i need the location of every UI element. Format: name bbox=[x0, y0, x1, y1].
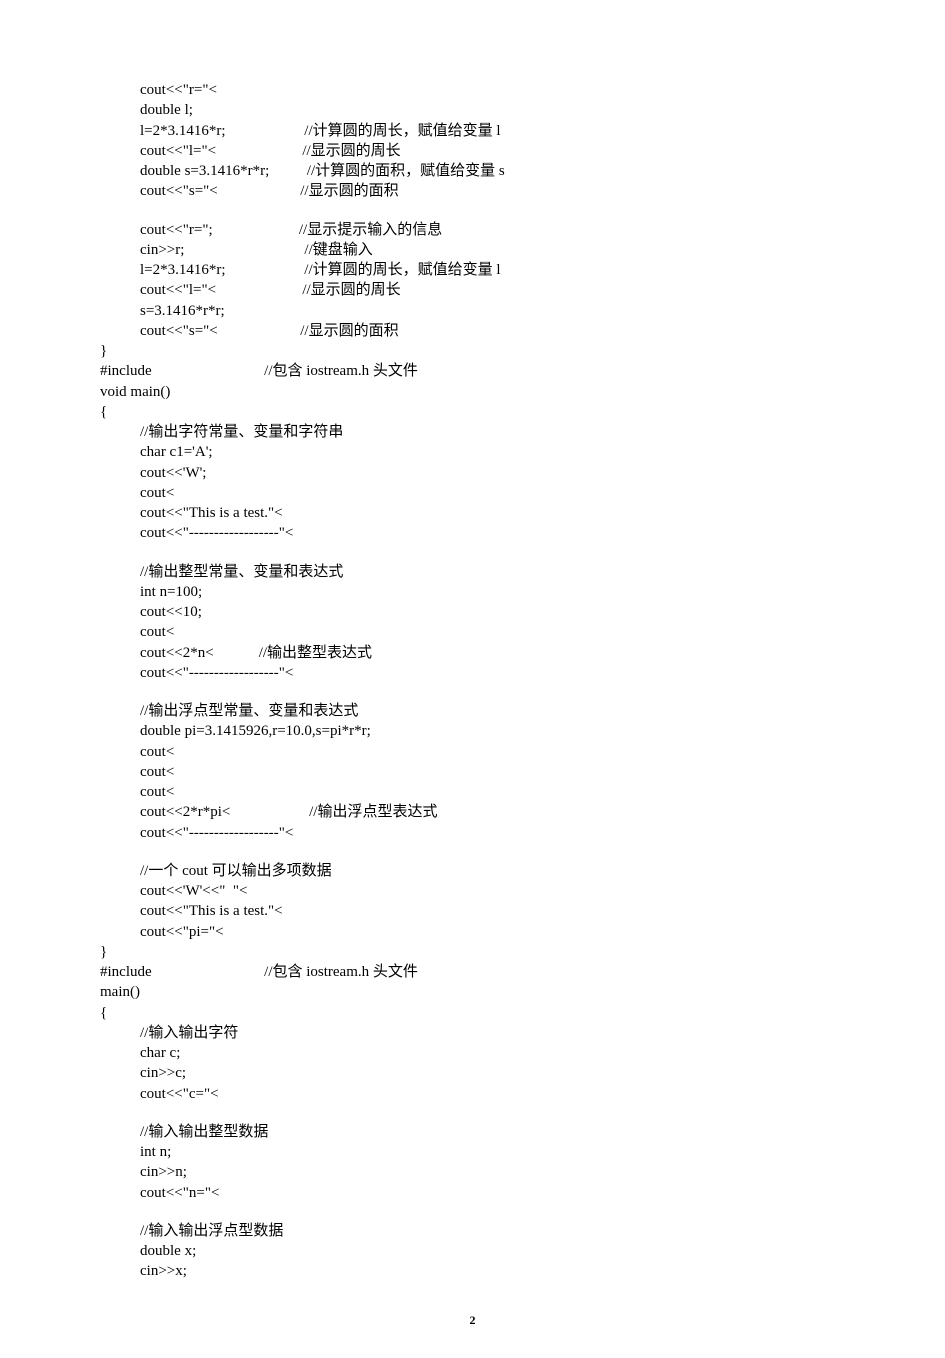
page-number: 2 bbox=[100, 1312, 845, 1328]
code-line: cout<<"pi="< bbox=[100, 922, 845, 942]
code-line: //输出整型常量、变量和表达式 bbox=[100, 562, 845, 582]
code-line: cout<<"s="< //显示圆的面积 bbox=[100, 321, 845, 341]
code-line: s=3.1416*r*r; bbox=[100, 301, 845, 321]
code-line: //输入输出字符 bbox=[100, 1023, 845, 1043]
code-line: //输入输出浮点型数据 bbox=[100, 1221, 845, 1241]
code-line: double l; bbox=[100, 100, 845, 120]
code-line: cin>>r; //键盘输入 bbox=[100, 240, 845, 260]
code-line: int n; bbox=[100, 1142, 845, 1162]
code-line: void main() bbox=[100, 382, 845, 402]
code-line: } bbox=[100, 341, 845, 361]
code-line: cin>>c; bbox=[100, 1063, 845, 1083]
code-line: cout<<"n="< bbox=[100, 1183, 845, 1203]
code-line: cout< bbox=[100, 762, 845, 782]
code-line: cout< bbox=[100, 782, 845, 802]
code-line: cout<<"------------------"< bbox=[100, 663, 845, 683]
document-page: cout<<"r="<double l;l=2*3.1416*r; //计算圆的… bbox=[0, 0, 945, 1358]
code-line: cout<<"This is a test."< bbox=[100, 503, 845, 523]
code-line: //一个 cout 可以输出多项数据 bbox=[100, 861, 845, 881]
code-line: cout<<"c="< bbox=[100, 1084, 845, 1104]
code-line: cout<<'W'<<" "< bbox=[100, 881, 845, 901]
code-line: cout<<"l="< //显示圆的周长 bbox=[100, 280, 845, 300]
code-line: cout<<"------------------"< bbox=[100, 823, 845, 843]
code-line: l=2*3.1416*r; //计算圆的周长，赋值给变量 l bbox=[100, 260, 845, 280]
code-line bbox=[100, 843, 845, 861]
code-line: #include //包含 iostream.h 头文件 bbox=[100, 361, 845, 381]
code-line bbox=[100, 1104, 845, 1122]
code-line: cout<<"s="< //显示圆的面积 bbox=[100, 181, 845, 201]
code-line: { bbox=[100, 402, 845, 422]
code-line: main() bbox=[100, 982, 845, 1002]
code-line: cin>>n; bbox=[100, 1162, 845, 1182]
code-line: int n=100; bbox=[100, 582, 845, 602]
code-line: cout<<"r="; //显示提示输入的信息 bbox=[100, 220, 845, 240]
code-line: cout<<"r="< bbox=[100, 80, 845, 100]
code-line: cout<<"This is a test."< bbox=[100, 901, 845, 921]
code-line bbox=[100, 1203, 845, 1221]
code-line: cout<<10; bbox=[100, 602, 845, 622]
code-line: l=2*3.1416*r; //计算圆的周长，赋值给变量 l bbox=[100, 121, 845, 141]
code-line bbox=[100, 544, 845, 562]
code-line: cout<<'W'; bbox=[100, 463, 845, 483]
code-line: char c; bbox=[100, 1043, 845, 1063]
code-line: cout<<2*n< //输出整型表达式 bbox=[100, 643, 845, 663]
code-line: cin>>x; bbox=[100, 1261, 845, 1281]
code-line: //输出字符常量、变量和字符串 bbox=[100, 422, 845, 442]
code-line: { bbox=[100, 1003, 845, 1023]
code-line: cout< bbox=[100, 742, 845, 762]
code-line bbox=[100, 683, 845, 701]
code-line: double s=3.1416*r*r; //计算圆的面积，赋值给变量 s bbox=[100, 161, 845, 181]
code-line: double x; bbox=[100, 1241, 845, 1261]
code-line: cout< bbox=[100, 483, 845, 503]
code-line: char c1='A'; bbox=[100, 442, 845, 462]
code-block: cout<<"r="<double l;l=2*3.1416*r; //计算圆的… bbox=[100, 80, 845, 1282]
code-line: cout<<"l="< //显示圆的周长 bbox=[100, 141, 845, 161]
code-line bbox=[100, 202, 845, 220]
code-line: //输出浮点型常量、变量和表达式 bbox=[100, 701, 845, 721]
code-line: cout< bbox=[100, 622, 845, 642]
code-line: //输入输出整型数据 bbox=[100, 1122, 845, 1142]
code-line: #include //包含 iostream.h 头文件 bbox=[100, 962, 845, 982]
code-line: cout<<"------------------"< bbox=[100, 523, 845, 543]
code-line: cout<<2*r*pi< //输出浮点型表达式 bbox=[100, 802, 845, 822]
code-line: double pi=3.1415926,r=10.0,s=pi*r*r; bbox=[100, 721, 845, 741]
code-line: } bbox=[100, 942, 845, 962]
